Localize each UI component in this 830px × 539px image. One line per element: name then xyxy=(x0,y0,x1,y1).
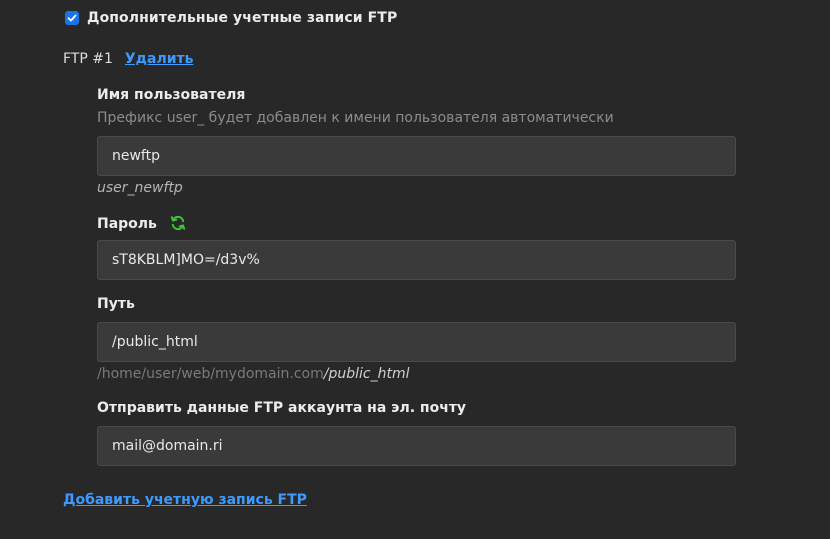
path-label: Путь xyxy=(97,296,135,312)
username-label: Имя пользователя xyxy=(97,87,246,103)
refresh-icon[interactable] xyxy=(170,215,186,235)
username-preview: user_newftp xyxy=(97,180,183,196)
password-input[interactable]: sT8KBLM]MO=/d3v% xyxy=(97,240,736,280)
add-ftp-account-link[interactable]: Добавить учетную запись FTP xyxy=(63,492,307,508)
path-preview-tail: /public_html xyxy=(323,366,410,382)
password-label-row: Пароль xyxy=(97,215,186,235)
extra-ftp-label[interactable]: Дополнительные учетные записи FTP xyxy=(87,10,397,26)
password-label: Пароль xyxy=(97,216,157,232)
delete-ftp-account-link[interactable]: Удалить xyxy=(125,51,194,67)
path-input[interactable]: /public_html xyxy=(97,322,736,362)
checkmark-icon xyxy=(67,14,77,22)
path-preview: /home/user/web/mydomain.com/public_html xyxy=(97,366,409,382)
username-input[interactable]: newftp xyxy=(97,136,736,176)
extra-ftp-toggle-row[interactable]: Дополнительные учетные записи FTP xyxy=(65,10,397,26)
extra-ftp-checkbox[interactable] xyxy=(65,11,79,25)
email-label: Отправить данные FTP аккаунта на эл. поч… xyxy=(97,400,467,416)
username-prefix-hint: Префикс user_ будет добавлен к имени пол… xyxy=(97,110,614,126)
email-input[interactable]: mail@domain.ri xyxy=(97,426,736,466)
ftp-account-number: FTP #1 xyxy=(63,51,113,67)
path-preview-base: /home/user/web/mydomain.com xyxy=(97,366,324,382)
ftp-settings-panel: Дополнительные учетные записи FTP FTP #1… xyxy=(0,0,830,539)
ftp-account-heading: FTP #1 Удалить xyxy=(63,51,193,67)
